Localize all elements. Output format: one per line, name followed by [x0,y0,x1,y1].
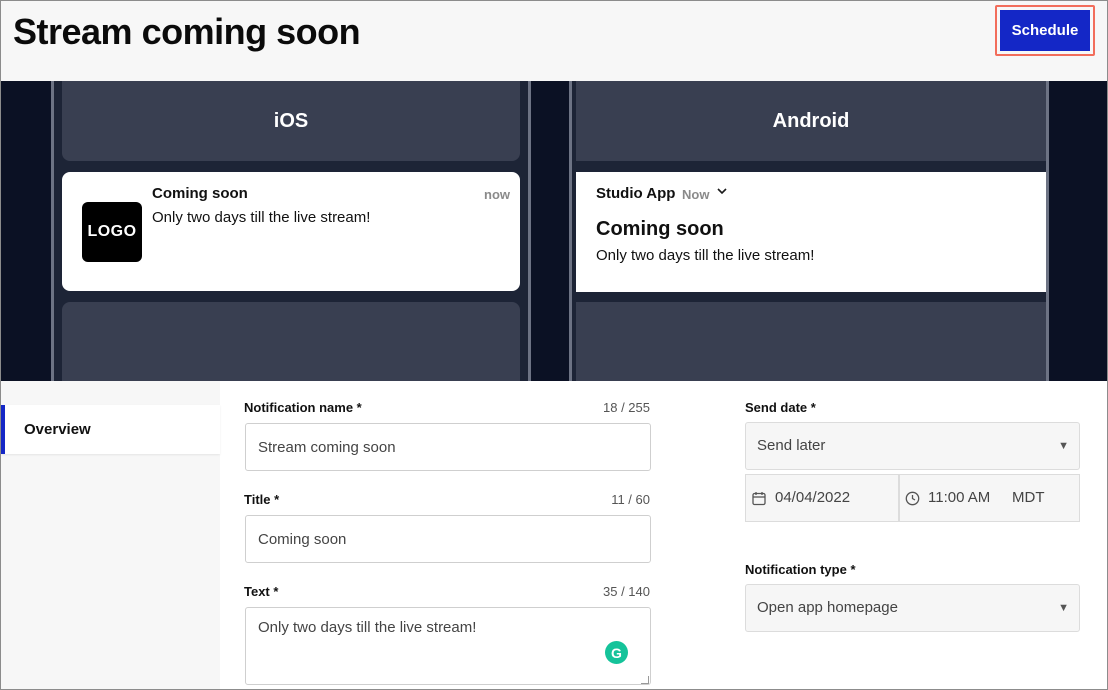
notification-name-label: Notification name * [244,400,362,415]
android-app-name: Studio App [596,185,676,202]
ios-notification-body: Only two days till the live stream! [152,209,371,226]
time-value: 11:00 AM [928,489,991,506]
notification-type-label: Notification type * [745,562,856,577]
date-value: 04/04/2022 [775,489,851,506]
android-placeholder-card [576,302,1046,381]
notification-type-selected-value: Open app homepage [757,599,898,616]
android-preview-header: Android [576,81,1046,161]
resize-handle[interactable] [641,676,649,684]
ios-notification-title: Coming soon [152,185,248,202]
grammarly-icon[interactable]: G [605,641,628,664]
android-notification-time: Now [682,187,710,202]
title-label: Title * [244,492,280,507]
clock-icon [905,491,920,506]
schedule-highlight: Schedule [995,5,1095,56]
page-title: Stream coming soon [13,11,361,52]
notification-name-input[interactable] [245,423,651,471]
page-header: Stream coming soon Schedule [1,1,1107,81]
calendar-icon [752,492,766,506]
android-phone-edge-right [1046,81,1049,381]
ios-notification-time: now [484,187,510,202]
title-input[interactable] [245,515,651,563]
app-window: Stream coming soon Schedule iOS Android … [0,0,1108,690]
caret-down-icon: ▼ [1058,440,1069,452]
android-phone-edge-left [569,81,572,381]
app-logo: LOGO [82,202,142,262]
ios-placeholder-card [62,302,520,381]
date-picker[interactable]: 04/04/2022 [745,474,899,522]
settings-content: Overview Notification name * 18 / 255 Ti… [1,381,1107,689]
android-notification-card: Studio App Now Coming soon Only two days… [576,172,1046,292]
send-date-selected-value: Send later [757,437,826,454]
ios-preview-header: iOS [62,81,520,161]
time-picker[interactable]: 11:00 AM MDT [899,474,1080,522]
text-textarea[interactable]: Only two days till the live stream! [245,607,651,685]
schedule-button[interactable]: Schedule [1000,10,1090,51]
send-date-select[interactable]: Send later ▼ [745,422,1080,470]
ios-phone-edge-right [528,81,531,381]
text-label: Text * [244,584,279,599]
title-counter: 11 / 60 [611,492,650,507]
sidebar-item-overview[interactable]: Overview [1,405,220,454]
notification-preview: iOS Android LOGO Coming soon now Only tw… [1,81,1107,381]
chevron-down-icon [716,185,728,200]
ios-phone-edge-left [51,81,54,381]
caret-down-icon: ▼ [1058,602,1069,614]
send-date-label: Send date * [745,400,816,415]
notification-name-counter: 18 / 255 [603,400,650,415]
notification-type-select[interactable]: Open app homepage ▼ [745,584,1080,632]
timezone-value: MDT [1012,489,1045,506]
ios-notification-card: LOGO Coming soon now Only two days till … [62,172,520,291]
text-counter: 35 / 140 [603,584,650,599]
android-notification-title: Coming soon [596,218,724,240]
android-notification-body: Only two days till the live stream! [596,247,815,264]
